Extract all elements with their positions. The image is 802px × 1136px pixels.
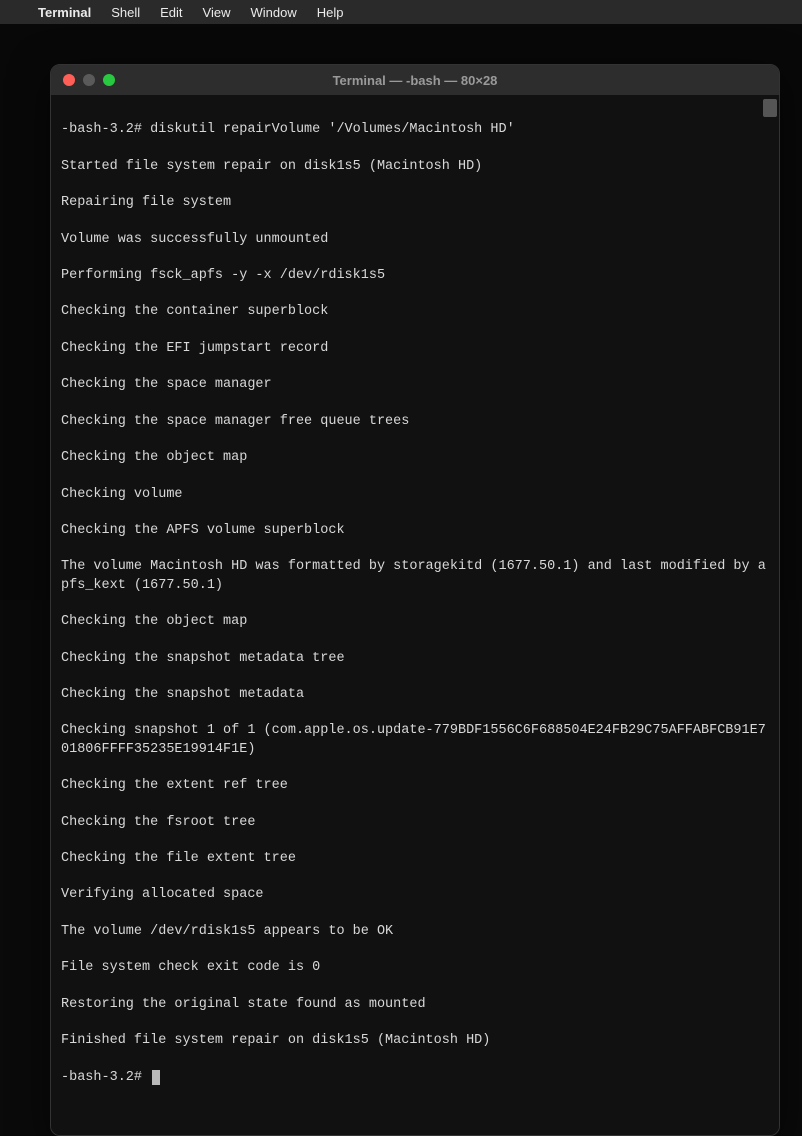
maximize-button[interactable] bbox=[103, 74, 115, 86]
macos-menubar: Terminal Shell Edit View Window Help bbox=[0, 0, 802, 24]
terminal-line: The volume Macintosh HD was formatted by… bbox=[61, 558, 769, 594]
terminal-line: Checking the APFS volume superblock bbox=[61, 522, 769, 540]
terminal-line: Checking the snapshot metadata bbox=[61, 686, 769, 704]
terminal-line: Repairing file system bbox=[61, 194, 769, 212]
cursor-icon bbox=[152, 1070, 160, 1085]
menu-shell[interactable]: Shell bbox=[111, 5, 140, 20]
minimize-button[interactable] bbox=[83, 74, 95, 86]
menu-edit[interactable]: Edit bbox=[160, 5, 182, 20]
window-title: Terminal — -bash — 80×28 bbox=[63, 73, 767, 88]
terminal-line: Checking the file extent tree bbox=[61, 850, 769, 868]
terminal-line: Verifying allocated space bbox=[61, 886, 769, 904]
terminal-line: Checking the snapshot metadata tree bbox=[61, 650, 769, 668]
terminal-line: Volume was successfully unmounted bbox=[61, 231, 769, 249]
prompt-text: -bash-3.2# bbox=[61, 1070, 150, 1085]
menubar-app-name[interactable]: Terminal bbox=[38, 5, 91, 20]
terminal-line: Checking the extent ref tree bbox=[61, 777, 769, 795]
terminal-line: The volume /dev/rdisk1s5 appears to be O… bbox=[61, 923, 769, 941]
terminal-line: Checking the space manager bbox=[61, 376, 769, 394]
terminal-prompt-line: -bash-3.2# diskutil repairVolume '/Volum… bbox=[61, 121, 769, 139]
terminal-line: File system check exit code is 0 bbox=[61, 959, 769, 977]
terminal-line: Checking the object map bbox=[61, 613, 769, 631]
terminal-line: Checking the fsroot tree bbox=[61, 814, 769, 832]
terminal-line: Checking the object map bbox=[61, 449, 769, 467]
window-titlebar[interactable]: Terminal — -bash — 80×28 bbox=[51, 65, 779, 95]
menu-view[interactable]: View bbox=[203, 5, 231, 20]
close-button[interactable] bbox=[63, 74, 75, 86]
desktop-area: Terminal — -bash — 80×28 -bash-3.2# disk… bbox=[0, 24, 802, 600]
terminal-prompt-line: -bash-3.2# bbox=[61, 1069, 769, 1087]
terminal-line: Performing fsck_apfs -y -x /dev/rdisk1s5 bbox=[61, 267, 769, 285]
window-controls bbox=[63, 74, 115, 86]
terminal-line: Restoring the original state found as mo… bbox=[61, 996, 769, 1014]
menu-window[interactable]: Window bbox=[251, 5, 297, 20]
terminal-body[interactable]: -bash-3.2# diskutil repairVolume '/Volum… bbox=[51, 95, 779, 1135]
scrollbar-thumb[interactable] bbox=[763, 99, 777, 117]
terminal-line: Checking snapshot 1 of 1 (com.apple.os.u… bbox=[61, 722, 769, 758]
terminal-output[interactable]: -bash-3.2# diskutil repairVolume '/Volum… bbox=[61, 103, 769, 1123]
terminal-line: Finished file system repair on disk1s5 (… bbox=[61, 1032, 769, 1050]
terminal-line: Checking volume bbox=[61, 486, 769, 504]
terminal-line: Checking the space manager free queue tr… bbox=[61, 413, 769, 431]
terminal-window: Terminal — -bash — 80×28 -bash-3.2# disk… bbox=[50, 64, 780, 1136]
terminal-line: Checking the EFI jumpstart record bbox=[61, 340, 769, 358]
terminal-line: Started file system repair on disk1s5 (M… bbox=[61, 158, 769, 176]
menu-help[interactable]: Help bbox=[317, 5, 344, 20]
terminal-line: Checking the container superblock bbox=[61, 303, 769, 321]
